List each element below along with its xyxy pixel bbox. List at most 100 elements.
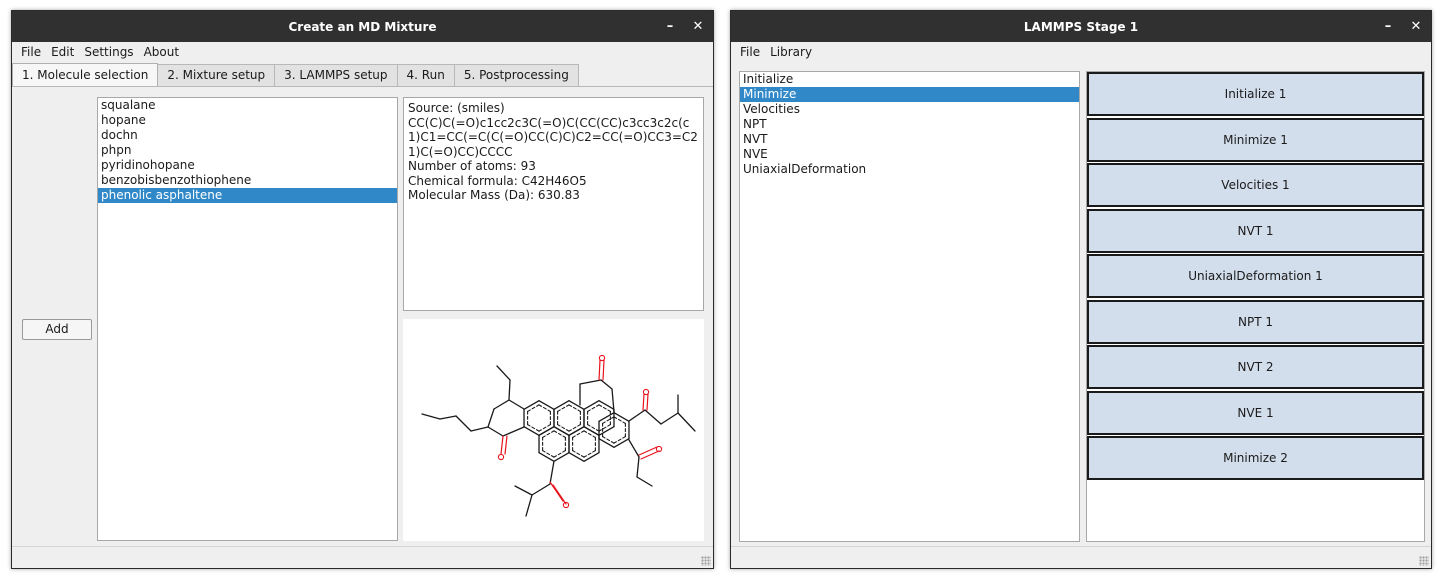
info-formula: Chemical formula: C42H46O5 [408,173,587,188]
bond-line [602,359,605,381]
stage-button[interactable]: UniaxialDeformation 1 [1087,254,1424,298]
bond-line [583,400,600,411]
tab-molecule-selection[interactable]: 1. Molecule selection [12,63,159,86]
stage-button[interactable]: Velocities 1 [1087,163,1424,207]
oxygen-atom-icon [497,453,505,461]
bond-line [568,426,585,437]
molecule-structure-drawing [421,354,696,517]
minimize-icon[interactable]: – [663,19,677,34]
menu-about[interactable]: About [139,45,184,59]
bond-line [538,451,555,462]
bond-line [523,425,540,436]
menu-file[interactable]: File [735,45,765,59]
molecule-list[interactable]: squalane hopane dochn phpn pyridinohopan… [97,97,398,541]
bond-line [439,415,457,420]
oxygen-atom-icon [598,354,606,362]
resize-grip-icon[interactable] [1419,556,1429,566]
stage-type-list[interactable]: Initialize Minimize Velocities NPT NVT N… [739,71,1080,542]
bond-line [421,413,441,420]
bond-line [583,426,600,437]
mixture-window: Create an MD Mixture – ✕ File Edit Setti… [11,10,714,569]
tab-mixture-setup[interactable]: 2. Mixture setup [157,64,276,86]
oxygen-atom-icon [642,388,650,396]
list-item-selected[interactable]: phenolic asphaltene [98,188,397,203]
menu-settings[interactable]: Settings [79,45,138,59]
menu-file[interactable]: File [16,45,46,59]
stage-button[interactable]: NVT 2 [1087,345,1424,389]
list-item[interactable]: Initialize [740,72,1079,87]
bond-line [613,412,630,423]
bond-line [470,426,489,432]
bond-line [568,451,585,462]
list-item[interactable]: benzobisbenzothiophene [98,173,397,188]
lammps-statusbar [731,546,1431,568]
list-item[interactable]: pyridinohopane [98,158,397,173]
list-item[interactable]: NVE [740,147,1079,162]
close-icon[interactable]: ✕ [1409,19,1423,34]
info-mass: Molecular Mass (Da): 630.83 [408,188,580,202]
list-item[interactable]: NVT [740,132,1079,147]
tab-lammps-setup[interactable]: 3. LAMMPS setup [274,64,398,86]
add-button[interactable]: Add [22,319,92,340]
lammps-stage-panel: Initialize Minimize Velocities NPT NVT N… [731,62,1431,546]
list-item[interactable]: dochn [98,128,397,143]
bond-line [508,399,525,410]
bond-line [598,425,615,436]
list-item[interactable]: Velocities [740,102,1079,117]
bond-line [553,451,570,462]
bond-line [568,400,585,411]
list-item[interactable]: phpn [98,143,397,158]
bond-line [642,393,645,411]
tab-postprocessing[interactable]: 5. Postprocessing [453,64,579,86]
mixture-menubar: File Edit Settings About [12,42,713,62]
menu-library[interactable]: Library [765,45,817,59]
bond-line [487,426,504,437]
bond-line [496,365,511,381]
bond-line [646,393,649,411]
minimize-icon[interactable]: – [1381,19,1395,34]
list-item-selected[interactable]: Minimize [740,87,1079,102]
close-icon[interactable]: ✕ [691,19,705,34]
stage-button[interactable]: NVE 1 [1087,390,1424,435]
workflow-tabs: 1. Molecule selection 2. Mixture setup 3… [12,63,579,86]
bond-line [525,494,533,517]
bond-line [636,456,640,478]
stage-button[interactable]: Minimize 1 [1087,117,1424,162]
molecule-info: Source: (smiles) CC(C)C(=O)c1cc2c3C(=O)C… [403,97,704,311]
list-item[interactable]: squalane [98,98,397,113]
bond-line [538,426,555,437]
bond-line [600,379,613,390]
tab-run[interactable]: 4. Run [396,64,455,86]
bond-line [660,412,679,425]
bond-line [553,426,570,437]
mixture-window-title: Create an MD Mixture [288,19,437,34]
molecule-selection-panel: Add squalane hopane dochn phpn pyridinoh… [12,86,713,546]
stage-button[interactable]: NPT 1 [1087,299,1424,344]
stage-button[interactable]: Initialize 1 [1087,72,1424,116]
bond-line [636,476,653,487]
bond-line [531,483,551,496]
mixture-titlebar[interactable]: Create an MD Mixture – ✕ [12,11,713,42]
bond-line [514,485,533,496]
stage-button[interactable]: NVT 1 [1087,208,1424,253]
list-item[interactable]: hopane [98,113,397,128]
lammps-window-title: LAMMPS Stage 1 [1023,19,1139,34]
list-item[interactable]: UniaxialDeformation [740,162,1079,177]
bond-line [487,408,495,428]
resize-grip-icon[interactable] [701,556,711,566]
lammps-titlebar[interactable]: LAMMPS Stage 1 – ✕ [731,11,1431,42]
list-item[interactable]: NPT [740,117,1079,132]
bond-line [613,437,630,448]
stage-button[interactable]: Minimize 2 [1087,436,1424,480]
stage-sequence: Initialize 1 Minimize 1 Velocities 1 NVT… [1086,71,1425,542]
lammps-menubar: File Library [731,42,1431,62]
bond-line [549,481,564,502]
bond-line [508,379,511,401]
lammps-stage-window: LAMMPS Stage 1 – ✕ File Library Initiali… [730,10,1432,569]
mixture-statusbar [12,546,713,568]
bond-line [598,412,615,423]
bond-line [598,359,601,381]
bond-line [579,379,602,385]
info-source: Source: (smiles) [408,101,505,115]
menu-edit[interactable]: Edit [46,45,79,59]
